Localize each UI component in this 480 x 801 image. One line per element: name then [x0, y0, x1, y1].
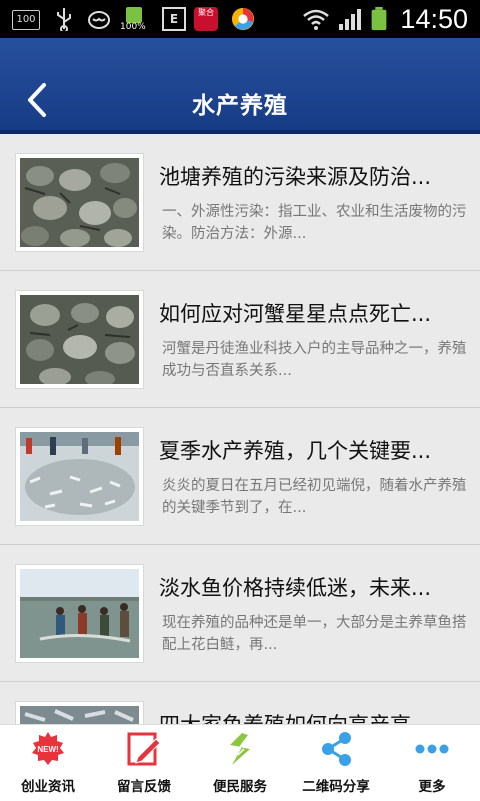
keyboard-icon: E: [162, 7, 186, 31]
app-header: 水产养殖: [0, 38, 480, 134]
page-title: 水产养殖: [192, 93, 288, 119]
signal-icon: [339, 9, 361, 30]
list-item[interactable]: 池塘养殖的污染来源及防治... 一、外源性污染：指工业、农业和生活废物的污染。防…: [0, 134, 480, 271]
article-thumbnail: [15, 153, 144, 252]
article-title: 池塘养殖的污染来源及防治...: [159, 165, 432, 189]
article-desc: 炎炎的夏日在五月已经初见端倪，随着水产养殖的关键季节到了，在...: [162, 478, 467, 516]
keyboard-label: E: [162, 7, 186, 31]
article-title: 四大家鱼养殖如何向高产高...: [159, 709, 459, 724]
nav-item-more[interactable]: 更多: [384, 725, 480, 801]
article-desc: 现在养殖的品种还是单一，大部分是主养草鱼搭配上花白鲢，再...: [162, 615, 467, 653]
app-badge-label: 聚合: [194, 7, 218, 31]
wifi-icon: [303, 9, 329, 30]
chrome-like-icon: [231, 7, 255, 31]
share-icon: [322, 732, 351, 766]
new-badge-icon: NEW!: [32, 732, 64, 765]
nav-label: 留言反馈: [117, 779, 171, 795]
bottom-nav: NEW! 创业资讯 留言反馈 便民服务 二维码分享 更多: [0, 724, 480, 801]
battery-app-label: 100%: [120, 22, 146, 32]
article-thumbnail: [15, 290, 144, 389]
list-item[interactable]: 四大家鱼养殖如何向高产高...: [0, 682, 480, 724]
app-badge-icon: 聚合: [194, 7, 220, 31]
article-list: 池塘养殖的污染来源及防治... 一、外源性污染：指工业、农业和生活废物的污染。防…: [0, 134, 480, 724]
clock: 14:50: [400, 4, 468, 34]
article-thumbnail: [15, 701, 144, 724]
article-thumbnail: [15, 564, 144, 663]
nav-item-service[interactable]: 便民服务: [192, 725, 288, 801]
list-item[interactable]: 淡水鱼价格持续低迷，未来... 现在养殖的品种还是单一，大部分是主养草鱼搭配上花…: [0, 545, 480, 682]
list-item[interactable]: 夏季水产养殖，几个关键要... 炎炎的夏日在五月已经初见端倪，随着水产养殖的关键…: [0, 408, 480, 545]
storage-icon: 100: [12, 7, 42, 31]
usb-icon: [57, 8, 71, 31]
nav-label: 二维码分享: [302, 779, 370, 795]
battery-app-icon: 100%: [120, 7, 148, 32]
nav-item-news[interactable]: NEW! 创业资讯: [0, 725, 96, 801]
battery-icon: [371, 7, 387, 31]
article-title: 夏季水产养殖，几个关键要...: [159, 439, 432, 463]
list-item[interactable]: 如何应对河蟹星星点点死亡... 河蟹是丹徒渔业科技入户的主导品种之一，养殖成功与…: [0, 271, 480, 408]
edit-pencil-icon: [127, 732, 161, 766]
cat-icon: [88, 11, 110, 29]
article-desc: 一、外源性污染：指工业、农业和生活废物的污染。防治方法：外源...: [162, 204, 467, 242]
nav-label: 更多: [418, 779, 446, 795]
nav-item-share[interactable]: 二维码分享: [288, 725, 384, 801]
status-bar: 100 100% E 聚合 14:50: [0, 0, 480, 38]
nav-label: 便民服务: [213, 779, 267, 795]
article-desc: 河蟹是丹徒渔业科技入户的主导品种之一，养殖成功与否直系关系...: [162, 341, 467, 379]
new-badge-label: NEW!: [37, 745, 58, 754]
article-title: 如何应对河蟹星星点点死亡...: [159, 302, 432, 326]
nav-item-feedback[interactable]: 留言反馈: [96, 725, 192, 801]
article-thumbnail: [15, 427, 144, 526]
more-dots-icon: [415, 744, 449, 754]
storage-label: 100: [12, 10, 40, 30]
article-title: 淡水鱼价格持续低迷，未来...: [159, 576, 432, 600]
nav-label: 创业资讯: [21, 779, 75, 795]
service-leaf-icon: [230, 733, 250, 765]
